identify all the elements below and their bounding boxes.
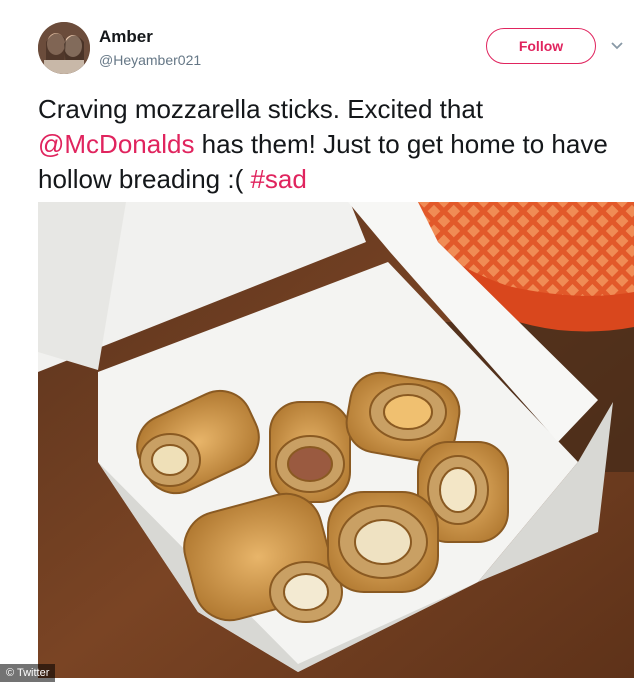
mozzarella-sticks-photo [38, 202, 634, 678]
tweet-text-start: Craving mozzarella sticks. Excited that [38, 94, 484, 124]
hashtag-link[interactable]: #sad [250, 164, 306, 194]
photo-credit: © Twitter [0, 664, 56, 682]
user-name[interactable]: Amber [99, 27, 153, 47]
avatar[interactable] [38, 22, 90, 74]
tweet-photo[interactable] [38, 202, 634, 678]
follow-button[interactable]: Follow [486, 28, 596, 64]
mention-link[interactable]: @McDonalds [38, 129, 194, 159]
chevron-down-icon[interactable] [610, 38, 624, 52]
user-handle[interactable]: @Heyamber021 [99, 52, 201, 68]
tweet-text: Craving mozzarella sticks. Excited that @… [38, 92, 628, 197]
